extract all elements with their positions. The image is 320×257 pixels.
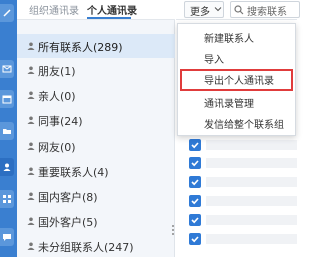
rail-inbox-button[interactable] <box>0 60 14 78</box>
list-item <box>206 234 297 244</box>
list-item <box>206 215 297 225</box>
person-icon <box>27 242 35 250</box>
contacts-icon <box>3 163 11 171</box>
person-icon <box>27 167 35 175</box>
menu-item-label: 导出个人通讯录 <box>204 76 274 87</box>
row-checkbox[interactable] <box>189 176 201 188</box>
person-icon <box>27 116 35 124</box>
search-input[interactable]: 搜索联系 <box>247 3 287 18</box>
group-label: 国外客户(5) <box>38 216 98 229</box>
group-item-foreign-clients[interactable]: 国外客户(5) <box>17 209 175 233</box>
chevron-down-icon <box>214 7 222 12</box>
tab-org-contacts[interactable]: 组织通讯录 <box>29 2 79 17</box>
person-icon <box>27 66 35 74</box>
rail-contacts-button[interactable] <box>0 158 14 176</box>
group-item-family[interactable]: 亲人(0) <box>17 83 175 107</box>
group-item-netfriends[interactable]: 网友(0) <box>17 134 175 158</box>
grid-icon <box>3 195 11 203</box>
person-icon <box>27 192 35 200</box>
row-checkbox[interactable] <box>189 139 201 151</box>
check-icon <box>191 160 199 167</box>
person-icon <box>27 42 35 50</box>
group-label: 同事(24) <box>38 115 83 128</box>
rail-calendar-button[interactable] <box>0 90 14 108</box>
menu-item-label: 发信给整个联系组 <box>204 120 284 131</box>
group-label: 亲人(0) <box>38 90 76 103</box>
rail-mail-button[interactable] <box>0 4 14 22</box>
rail-folder-button[interactable] <box>0 122 14 140</box>
person-icon <box>27 217 35 225</box>
row-checkbox[interactable] <box>189 157 201 169</box>
group-item-domestic-clients[interactable]: 国内客户(8) <box>17 184 175 208</box>
group-label: 未分组联系人(247) <box>38 241 134 254</box>
row-checkbox[interactable] <box>189 195 201 207</box>
check-icon <box>191 217 199 224</box>
menu-item-label: 导入 <box>204 55 224 66</box>
folder-icon <box>3 129 11 134</box>
pencil-icon <box>3 9 11 17</box>
group-label: 所有联系人(289) <box>38 41 123 54</box>
more-button[interactable]: 更多 <box>184 1 224 18</box>
calendar-icon <box>2 95 12 104</box>
check-icon <box>191 179 199 186</box>
group-label: 朋友(1) <box>38 65 76 78</box>
search-icon <box>234 5 244 15</box>
menu-item-import[interactable]: 导入 <box>178 49 297 69</box>
contacts-tabs: 组织通讯录 个人通讯录 <box>17 0 175 20</box>
list-item <box>206 158 297 168</box>
person-icon <box>27 91 35 99</box>
more-dropdown-menu: 新建联系人 导入 导出个人通讯录 通讯录管理 发信给整个联系组 <box>177 23 296 136</box>
app-rail <box>0 0 17 257</box>
check-icon <box>191 142 199 149</box>
group-item-important[interactable]: 重要联系人(4) <box>17 159 175 183</box>
more-button-label: 更多 <box>190 7 210 18</box>
row-checkbox[interactable] <box>189 214 201 226</box>
contacts-panel: 组织通讯录 个人通讯录 所有联系人(289) 朋友(1) 亲人(0) 同事(24… <box>17 0 175 257</box>
panel-resize-handle[interactable] <box>172 225 175 239</box>
group-item-friends[interactable]: 朋友(1) <box>17 58 175 82</box>
group-item-ungrouped[interactable]: 未分组联系人(247) <box>17 234 175 257</box>
list-item <box>206 177 297 187</box>
group-item-all[interactable]: 所有联系人(289) <box>17 34 175 58</box>
menu-item-manage-contacts[interactable]: 通讯录管理 <box>178 93 297 113</box>
menu-item-label: 通讯录管理 <box>204 99 254 110</box>
menu-item-export-personal[interactable]: 导出个人通讯录 <box>180 69 293 91</box>
list-item <box>206 140 297 150</box>
rail-chat-button[interactable] <box>0 228 14 246</box>
tab-personal-contacts[interactable]: 个人通讯录 <box>87 2 137 17</box>
list-toolbar: 更多 搜索联系 <box>176 0 300 20</box>
rail-apps-button[interactable] <box>0 190 14 208</box>
active-tab-indicator <box>87 17 131 19</box>
check-icon <box>191 198 199 205</box>
search-box[interactable]: 搜索联系 <box>230 1 300 18</box>
check-icon <box>191 236 199 243</box>
list-item <box>206 196 297 206</box>
person-icon <box>27 142 35 150</box>
group-label: 网友(0) <box>38 141 76 154</box>
menu-item-label: 新建联系人 <box>204 34 254 45</box>
group-label: 重要联系人(4) <box>38 166 109 179</box>
menu-item-mail-group[interactable]: 发信给整个联系组 <box>178 114 297 134</box>
menu-item-new-contact[interactable]: 新建联系人 <box>178 28 297 48</box>
group-item-colleagues[interactable]: 同事(24) <box>17 108 175 132</box>
row-checkbox[interactable] <box>189 233 201 245</box>
chat-icon <box>3 234 11 241</box>
envelope-icon <box>2 65 12 73</box>
group-label: 国内客户(8) <box>38 191 98 204</box>
